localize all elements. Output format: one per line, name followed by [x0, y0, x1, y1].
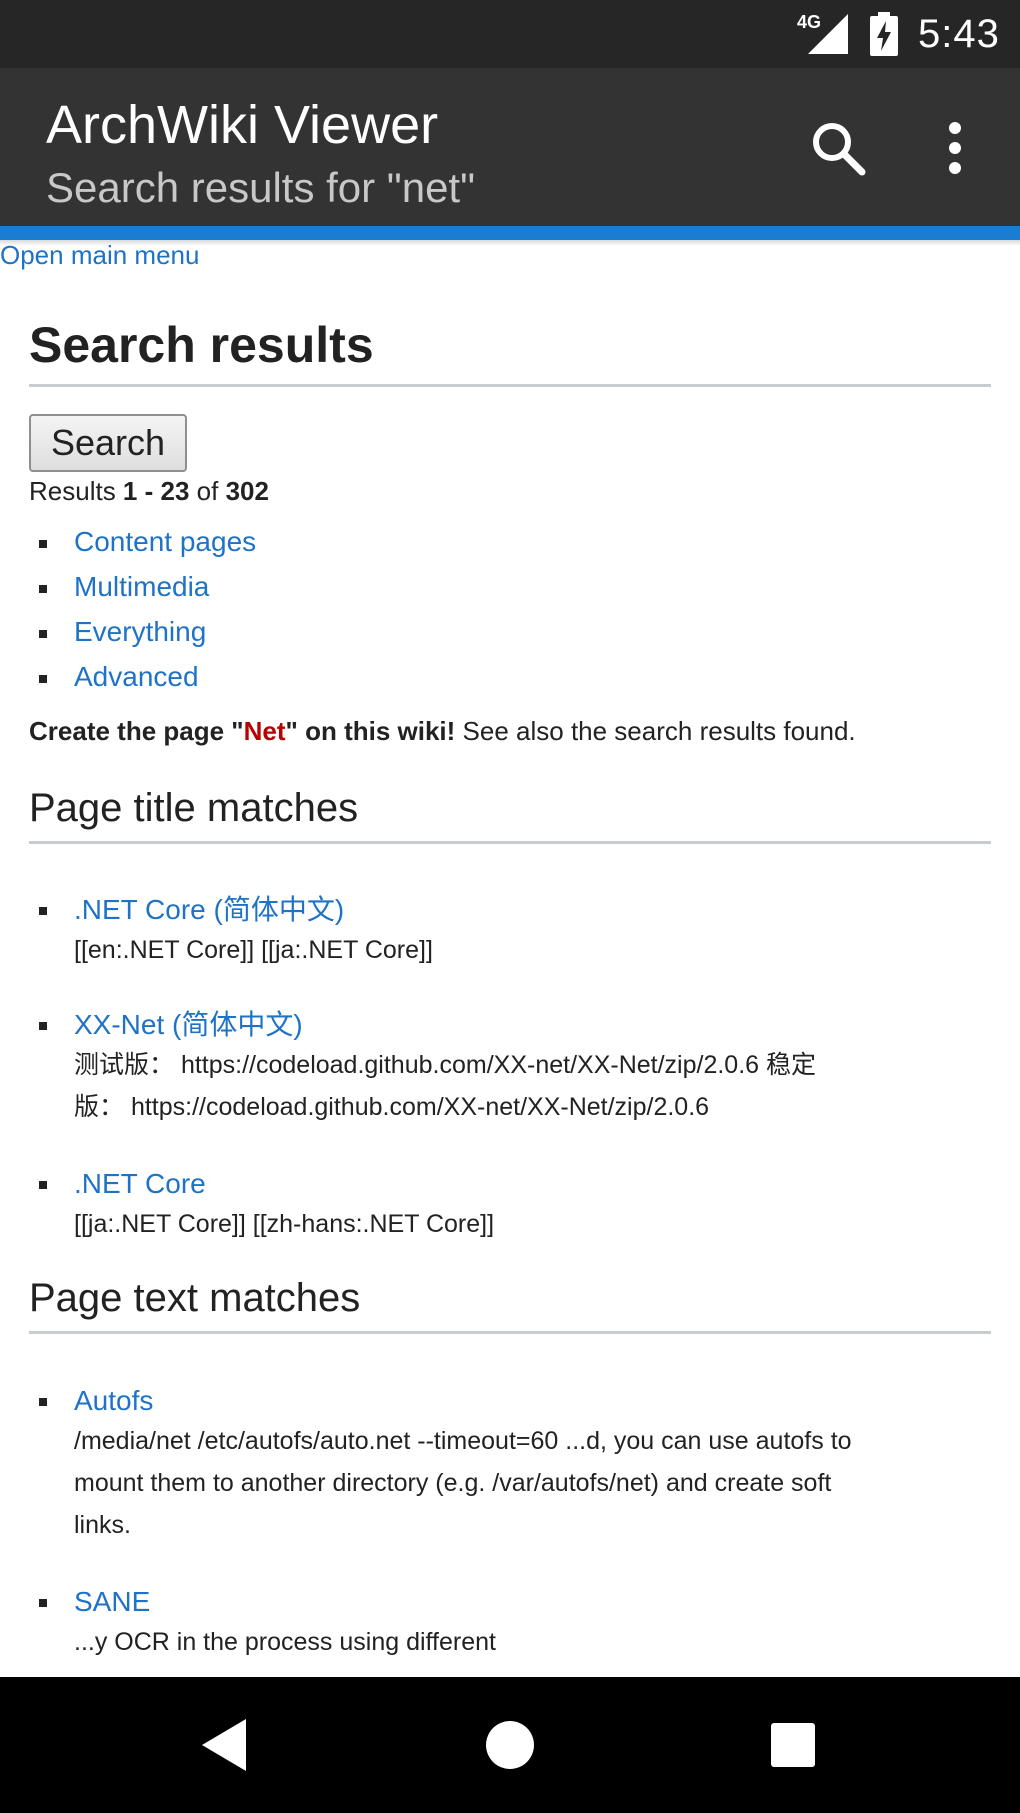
result-title-link[interactable]: .NET Core (简体中文): [74, 894, 344, 925]
open-main-menu-link[interactable]: Open main menu: [0, 240, 199, 271]
result-title-link[interactable]: Autofs: [74, 1385, 153, 1416]
clock: 5:43: [918, 12, 1000, 56]
create-page-notice: Create the page "Net" on this wiki! See …: [29, 716, 856, 746]
list-item: XX-Net (简体中文) 测试版： https://codeload.gith…: [29, 1006, 991, 1128]
profile-advanced-link[interactable]: Advanced: [74, 661, 199, 692]
search-profile-list: Content pages Multimedia Everything Adva…: [29, 520, 256, 700]
more-vert-icon[interactable]: [940, 118, 970, 178]
profile-multimedia-link[interactable]: Multimedia: [74, 571, 209, 602]
list-item: SANE ...y OCR in the process using diffe…: [29, 1583, 991, 1663]
results-count: Results 1 - 23 of 302: [29, 476, 269, 506]
home-icon[interactable]: [486, 1721, 534, 1769]
back-icon[interactable]: [200, 1717, 248, 1773]
list-item: Multimedia: [29, 565, 256, 610]
section-heading-text-matches: Page text matches: [29, 1276, 991, 1334]
profile-content-pages-link[interactable]: Content pages: [74, 526, 256, 557]
app-subtitle: Search results for "net": [46, 164, 476, 211]
result-snippet: links.: [74, 1511, 131, 1539]
result-snippet: [[en:.NET Core]] [[ja:.NET Core]]: [74, 936, 433, 964]
signal-icon: [808, 14, 848, 54]
search-button[interactable]: Search: [29, 414, 187, 472]
status-bar: 4G 5:43: [0, 0, 1020, 68]
result-snippet: ...y OCR in the process using different: [74, 1628, 496, 1656]
result-snippet: mount them to another directory (e.g. /v…: [74, 1469, 832, 1497]
app-title: ArchWiki Viewer: [46, 95, 439, 155]
result-title-link[interactable]: XX-Net (简体中文): [74, 1009, 303, 1040]
profile-everything-link[interactable]: Everything: [74, 616, 206, 647]
recents-icon[interactable]: [771, 1723, 815, 1767]
battery-charging-icon: [870, 12, 898, 56]
results-range: 1 - 23: [122, 476, 190, 506]
navigation-bar: [0, 1677, 1020, 1813]
search-icon[interactable]: [808, 118, 868, 178]
list-item: .NET Core (简体中文) [[en:.NET Core]] [[ja:.…: [29, 891, 991, 971]
list-item: Autofs /media/net /etc/autofs/auto.net -…: [29, 1382, 991, 1546]
list-item: Everything: [29, 610, 256, 655]
results-total: 302: [225, 476, 269, 506]
result-title-link[interactable]: .NET Core: [74, 1168, 206, 1199]
result-snippet: 测试版： https://codeload.github.com/XX-net/…: [74, 1051, 816, 1079]
list-item: .NET Core [[ja:.NET Core]] [[zh-hans:.NE…: [29, 1165, 991, 1245]
section-heading-title-matches: Page title matches: [29, 786, 991, 844]
list-item: Advanced: [29, 655, 256, 700]
result-snippet: [[ja:.NET Core]] [[zh-hans:.NET Core]]: [74, 1210, 495, 1238]
create-page-link[interactable]: Net: [244, 716, 286, 746]
app-bar: ArchWiki Viewer Search results for "net": [0, 68, 1020, 226]
result-title-link[interactable]: SANE: [74, 1586, 150, 1617]
result-snippet: /media/net /etc/autofs/auto.net --timeou…: [74, 1427, 852, 1455]
result-snippet: 版： https://codeload.github.com/XX-net/XX…: [74, 1093, 710, 1121]
list-item: Content pages: [29, 520, 256, 565]
progress-bar: [0, 226, 1020, 240]
page-title: Search results: [29, 316, 991, 387]
